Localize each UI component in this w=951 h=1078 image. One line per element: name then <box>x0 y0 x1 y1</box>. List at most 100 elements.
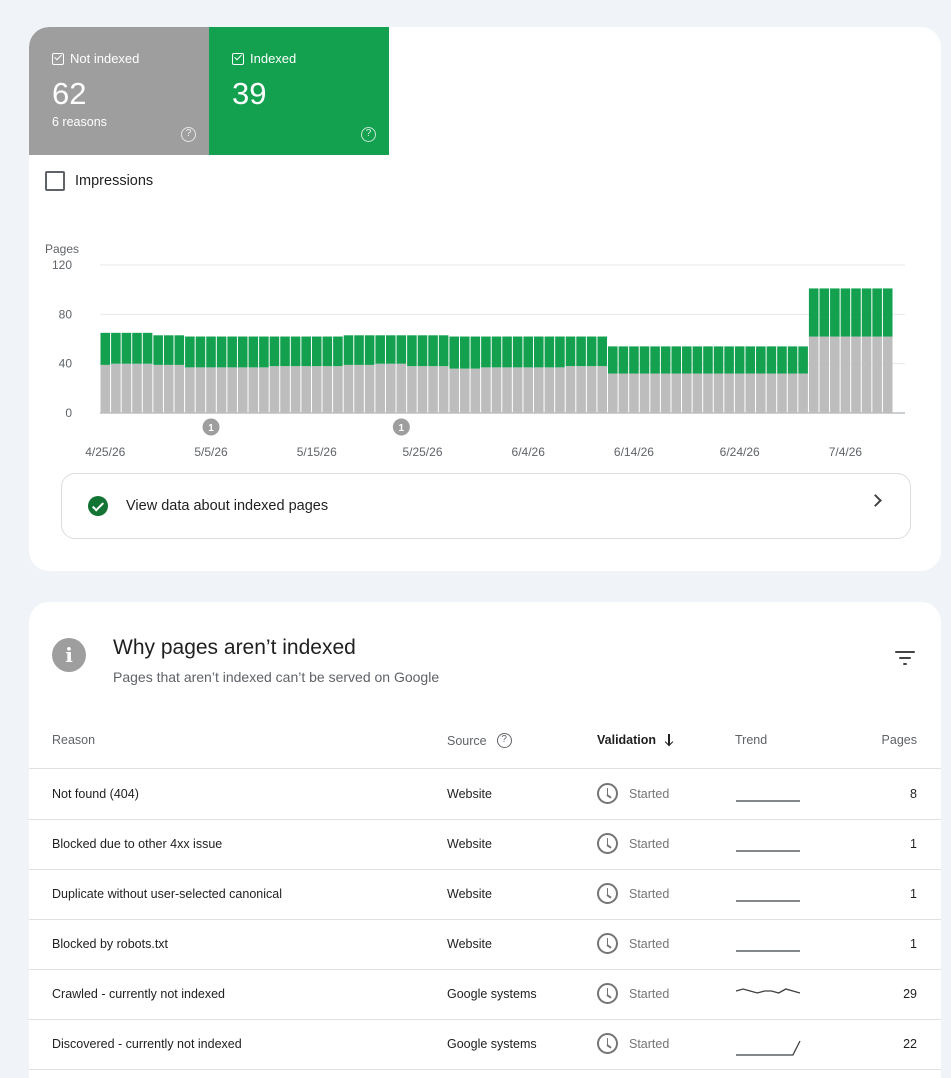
bar-indexed <box>798 346 808 374</box>
bar-indexed <box>248 336 259 368</box>
bar-indexed <box>428 335 438 367</box>
row-reason: Blocked due to other 4xx issue <box>52 837 223 851</box>
bar-indexed <box>756 346 766 374</box>
bar-not-indexed <box>618 373 629 413</box>
help-icon[interactable]: ? <box>361 127 376 142</box>
table-row[interactable]: Not found (404) Website Started 8 <box>29 770 941 820</box>
section-title: Why pages aren’t indexed <box>113 636 356 659</box>
bar-indexed <box>354 335 364 365</box>
bar-indexed <box>608 346 618 374</box>
row-validation: Started <box>597 1033 669 1054</box>
bar-indexed <box>872 288 882 337</box>
bar-not-indexed <box>692 373 703 413</box>
column-pages[interactable]: Pages <box>882 733 917 747</box>
bar-not-indexed <box>787 373 798 413</box>
bar-not-indexed <box>512 367 523 413</box>
bar-not-indexed <box>565 366 576 413</box>
impressions-label: Impressions <box>75 173 154 189</box>
bar-not-indexed <box>544 367 555 413</box>
row-trend-sparkline <box>735 831 801 860</box>
row-validation: Started <box>597 833 669 854</box>
bar-not-indexed <box>671 373 682 413</box>
clock-icon <box>597 883 618 904</box>
bar-not-indexed <box>597 366 608 413</box>
bar-not-indexed <box>354 364 364 413</box>
sort-down-arrow-icon <box>664 734 674 746</box>
table-row[interactable]: Duplicate without user-selected canonica… <box>29 870 941 920</box>
bar-not-indexed <box>396 363 407 413</box>
clock-icon <box>597 1033 618 1054</box>
bar-not-indexed <box>534 367 544 413</box>
help-icon[interactable]: ? <box>496 733 512 748</box>
bar-not-indexed <box>470 368 481 413</box>
bar-not-indexed <box>428 366 438 413</box>
bar-indexed <box>364 335 375 365</box>
bar-indexed <box>311 336 322 367</box>
bar-not-indexed <box>259 367 269 413</box>
row-source: Website <box>447 787 492 801</box>
impressions-toggle[interactable]: Impressions <box>45 171 153 191</box>
bar-indexed <box>163 335 174 365</box>
row-pages: 29 <box>903 987 917 1001</box>
bar-not-indexed <box>861 336 872 413</box>
help-icon[interactable]: ? <box>181 127 196 142</box>
x-tick-label: 6/14/26 <box>614 445 654 459</box>
row-pages: 1 <box>910 937 917 951</box>
bar-not-indexed <box>301 366 311 413</box>
section-subtitle: Pages that aren’t indexed can’t be serve… <box>113 669 440 685</box>
column-reason[interactable]: Reason <box>52 733 95 747</box>
bar-not-indexed <box>745 373 756 413</box>
x-tick-label: 5/15/26 <box>297 445 337 459</box>
bar-not-indexed <box>132 363 142 413</box>
impressions-checkbox[interactable] <box>45 171 65 191</box>
bar-indexed <box>449 336 459 369</box>
not-indexed-tile[interactable]: Not indexed 62 6 reasons ? <box>29 27 209 155</box>
indexed-tile[interactable]: Indexed 39 ? <box>209 27 389 155</box>
y-tick-label: 120 <box>52 258 72 272</box>
row-validation: Started <box>597 983 669 1004</box>
bar-indexed <box>629 346 639 374</box>
clock-icon <box>597 833 618 854</box>
bar-not-indexed <box>195 367 206 413</box>
indexed-checkbox-icon[interactable] <box>232 52 244 65</box>
filter-icon[interactable] <box>895 650 915 666</box>
bar-not-indexed <box>830 336 840 413</box>
table-row[interactable]: Blocked by robots.txt Website Started 1 <box>29 920 941 970</box>
indexed-count: 39 <box>232 76 267 111</box>
bar-indexed <box>407 335 417 367</box>
bar-not-indexed <box>481 367 491 413</box>
column-validation[interactable]: Validation <box>597 733 674 747</box>
annotation-label: 1 <box>399 423 405 434</box>
table-row[interactable]: Crawled - currently not indexed Google sy… <box>29 970 941 1020</box>
column-trend[interactable]: Trend <box>735 733 767 747</box>
not-indexed-checkbox-icon[interactable] <box>52 52 64 65</box>
bar-indexed <box>502 336 512 368</box>
bar-indexed <box>259 336 269 368</box>
bar-indexed <box>671 346 682 374</box>
row-trend-sparkline <box>735 881 801 910</box>
table-row[interactable]: Blocked due to other 4xx issue Website Sta… <box>29 820 941 870</box>
y-tick-label: 80 <box>59 307 73 321</box>
bar-not-indexed <box>111 363 121 413</box>
bar-not-indexed <box>639 373 650 413</box>
bar-not-indexed <box>206 367 216 413</box>
bar-indexed <box>491 336 502 368</box>
bar-not-indexed <box>322 366 333 413</box>
bar-indexed <box>777 346 787 374</box>
info-icon: i <box>52 638 86 672</box>
view-indexed-data-button[interactable]: View data about indexed pages <box>61 473 911 539</box>
bar-indexed <box>639 346 650 374</box>
bar-indexed <box>597 336 608 367</box>
bar-indexed <box>819 288 830 337</box>
bar-not-indexed <box>872 336 882 413</box>
bar-not-indexed <box>586 366 597 413</box>
table-row[interactable]: Discovered - currently not indexed Google… <box>29 1020 941 1070</box>
bar-indexed <box>512 336 523 368</box>
bar-indexed <box>660 346 671 374</box>
bar-indexed <box>650 346 660 374</box>
bar-indexed <box>745 346 756 374</box>
bar-not-indexed <box>629 373 639 413</box>
bar-indexed <box>534 336 544 368</box>
column-source[interactable]: Source ? <box>447 733 512 748</box>
bar-not-indexed <box>280 366 290 413</box>
